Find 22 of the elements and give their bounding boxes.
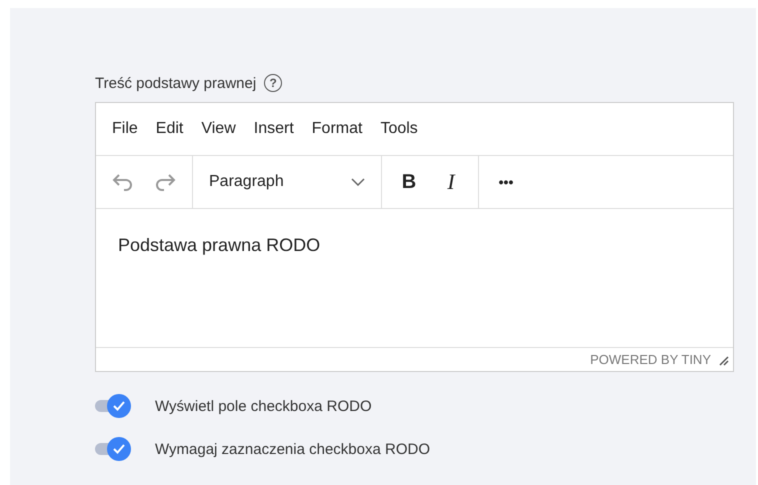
editor-text: Podstawa prawna RODO bbox=[118, 235, 320, 255]
menu-item[interactable]: Format bbox=[302, 120, 372, 138]
format-dropdown[interactable]: Paragraph bbox=[201, 165, 373, 199]
branding-link[interactable]: POWERED BY TINY bbox=[590, 352, 711, 367]
field-label: Treść podstawy prawnej bbox=[95, 74, 256, 92]
toggle-switch[interactable] bbox=[95, 437, 131, 461]
menu-item[interactable]: View bbox=[192, 120, 245, 138]
menu-item[interactable]: Edit bbox=[146, 120, 192, 138]
menu-item[interactable]: Insert bbox=[244, 120, 303, 138]
menu-item[interactable]: Tools bbox=[371, 120, 427, 138]
check-icon bbox=[112, 400, 126, 412]
chevron-down-icon bbox=[351, 178, 365, 186]
toggle-label: Wymagaj zaznaczenia checkboxa RODO bbox=[155, 440, 430, 458]
toggle-label: Wyświetl pole checkboxa RODO bbox=[155, 398, 372, 414]
menu-item[interactable]: File bbox=[103, 120, 147, 138]
more-button[interactable]: ••• bbox=[487, 165, 525, 199]
bold-button[interactable]: B bbox=[390, 165, 428, 199]
help-icon[interactable]: ? bbox=[264, 74, 282, 92]
toggle-switch[interactable] bbox=[95, 394, 131, 418]
resize-handle-icon[interactable] bbox=[717, 354, 729, 366]
italic-button[interactable]: I bbox=[432, 165, 470, 199]
check-icon bbox=[112, 443, 126, 455]
